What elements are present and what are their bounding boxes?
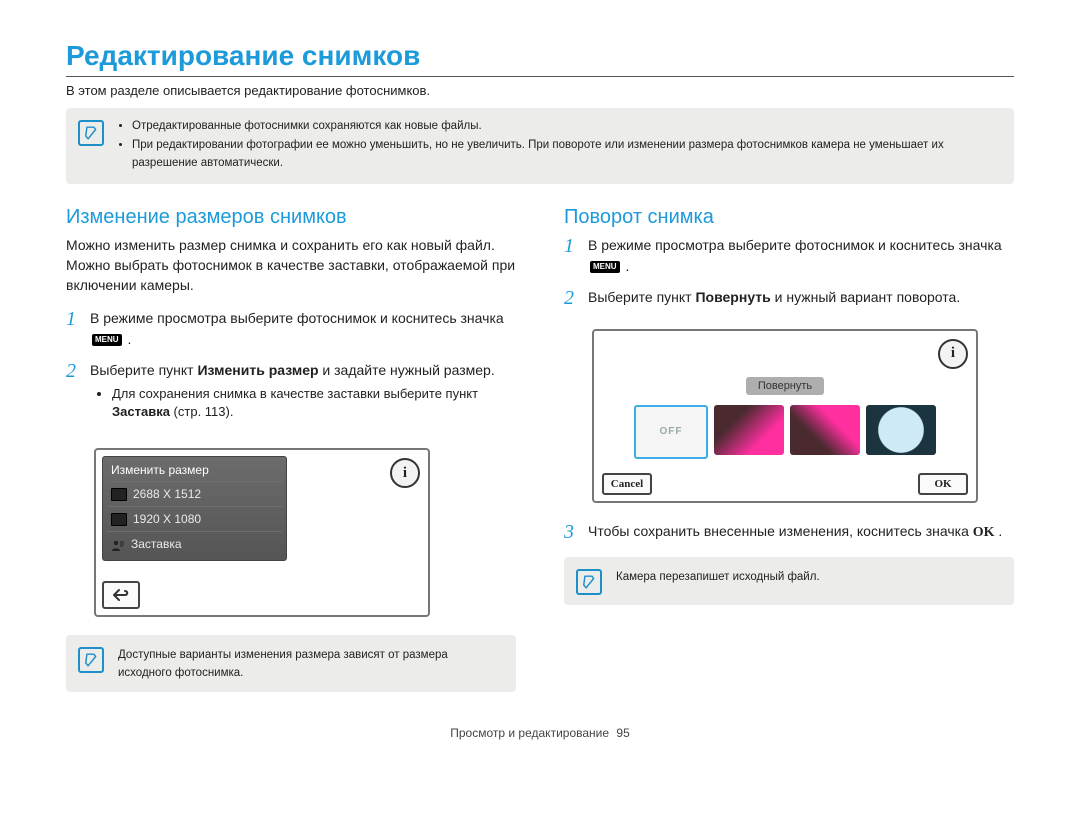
rotate-step-2: 2 Выберите пункт Повернуть и нужный вари… xyxy=(564,287,1014,309)
step-number: 1 xyxy=(66,308,80,350)
note-icon xyxy=(78,120,104,146)
step-number: 2 xyxy=(564,287,578,309)
size-icon xyxy=(111,513,127,526)
startup-icon xyxy=(111,539,125,550)
step-text-tail: . xyxy=(127,331,131,347)
top-note-box: Отредактированные фотоснимки сохраняются… xyxy=(66,108,1014,184)
step-text: В режиме просмотра выберите фотоснимок и… xyxy=(588,237,1002,253)
step-text-tail: . xyxy=(625,258,629,274)
rotate-option-off[interactable]: OFF xyxy=(634,405,708,459)
rotate-label: Повернуть xyxy=(746,377,824,395)
rotate-step-3: 3 Чтобы сохранить внесенные изменения, к… xyxy=(564,521,1014,543)
note-icon xyxy=(576,569,602,595)
page-footer: Просмотр и редактирование 95 xyxy=(66,726,1014,740)
menu-icon: MENU xyxy=(590,261,620,273)
step-number: 3 xyxy=(564,521,578,543)
step-text-tail: и задайте нужный размер. xyxy=(319,362,495,378)
ok-inline-icon: OK xyxy=(973,525,995,540)
rotate-option[interactable] xyxy=(790,405,860,455)
note-icon xyxy=(78,647,104,673)
resize-screenshot: Изменить размер 2688 X 1512 1920 X 1080 xyxy=(94,448,430,617)
step-text: Чтобы сохранить внесенные изменения, кос… xyxy=(588,523,973,539)
resize-intro: Можно изменить размер снимка и сохранить… xyxy=(66,235,516,296)
resize-step-2: 2 Выберите пункт Изменить размер и задай… xyxy=(66,360,516,433)
rotate-option[interactable] xyxy=(714,405,784,455)
info-button[interactable]: i xyxy=(390,458,420,488)
step-number: 1 xyxy=(564,235,578,277)
step-bold: Повернуть xyxy=(695,289,770,305)
step-text: Выберите пункт xyxy=(90,362,197,378)
step-text: Выберите пункт xyxy=(588,289,695,305)
cancel-button[interactable]: Cancel xyxy=(602,473,652,495)
resize-panel: Изменить размер 2688 X 1512 1920 X 1080 xyxy=(102,456,287,561)
rotate-screenshot: i Повернуть OFF Cancel OK xyxy=(592,329,978,503)
ok-button[interactable]: OK xyxy=(918,473,968,495)
top-note-item: Отредактированные фотоснимки сохраняются… xyxy=(132,118,1002,135)
step-bold: Изменить размер xyxy=(197,362,318,378)
resize-option[interactable]: 2688 X 1512 xyxy=(107,481,282,506)
step-number: 2 xyxy=(66,360,80,433)
section-title-resize: Изменение размеров снимков xyxy=(66,206,516,229)
page-title: Редактирование снимков xyxy=(66,40,1014,72)
resize-option[interactable]: Заставка xyxy=(107,531,282,556)
step-text: В режиме просмотра выберите фотоснимок и… xyxy=(90,310,504,326)
intro-text: В этом разделе описывается редактировани… xyxy=(66,83,1014,98)
back-button[interactable] xyxy=(102,581,140,609)
footer-page-number: 95 xyxy=(616,726,629,740)
resize-footnote: Доступные варианты изменения размера зав… xyxy=(66,635,516,692)
title-rule xyxy=(66,76,1014,77)
top-note-item: При редактировании фотографии ее можно у… xyxy=(132,137,1002,172)
menu-icon: MENU xyxy=(92,334,122,346)
resize-panel-title: Изменить размер xyxy=(107,461,282,481)
top-note-list: Отредактированные фотоснимки сохраняются… xyxy=(118,118,1002,174)
rotate-step-1: 1 В режиме просмотра выберите фотоснимок… xyxy=(564,235,1014,277)
info-button[interactable]: i xyxy=(938,339,968,369)
step-text-tail: . xyxy=(998,523,1002,539)
resize-footnote-text: Доступные варианты изменения размера зав… xyxy=(118,645,504,682)
rotate-footnote: Камера перезапишет исходный файл. xyxy=(564,557,1014,605)
rotate-footnote-text: Камера перезапишет исходный файл. xyxy=(616,567,820,586)
step-text-tail: и нужный вариант поворота. xyxy=(771,289,960,305)
resize-step-1: 1 В режиме просмотра выберите фотоснимок… xyxy=(66,308,516,350)
sub-bullet-item: Для сохранения снимка в качестве заставк… xyxy=(112,385,516,423)
resize-option[interactable]: 1920 X 1080 xyxy=(107,506,282,531)
rotate-option[interactable] xyxy=(866,405,936,455)
size-icon xyxy=(111,488,127,501)
section-title-rotate: Поворот снимка xyxy=(564,206,1014,229)
footer-section: Просмотр и редактирование xyxy=(450,726,609,740)
